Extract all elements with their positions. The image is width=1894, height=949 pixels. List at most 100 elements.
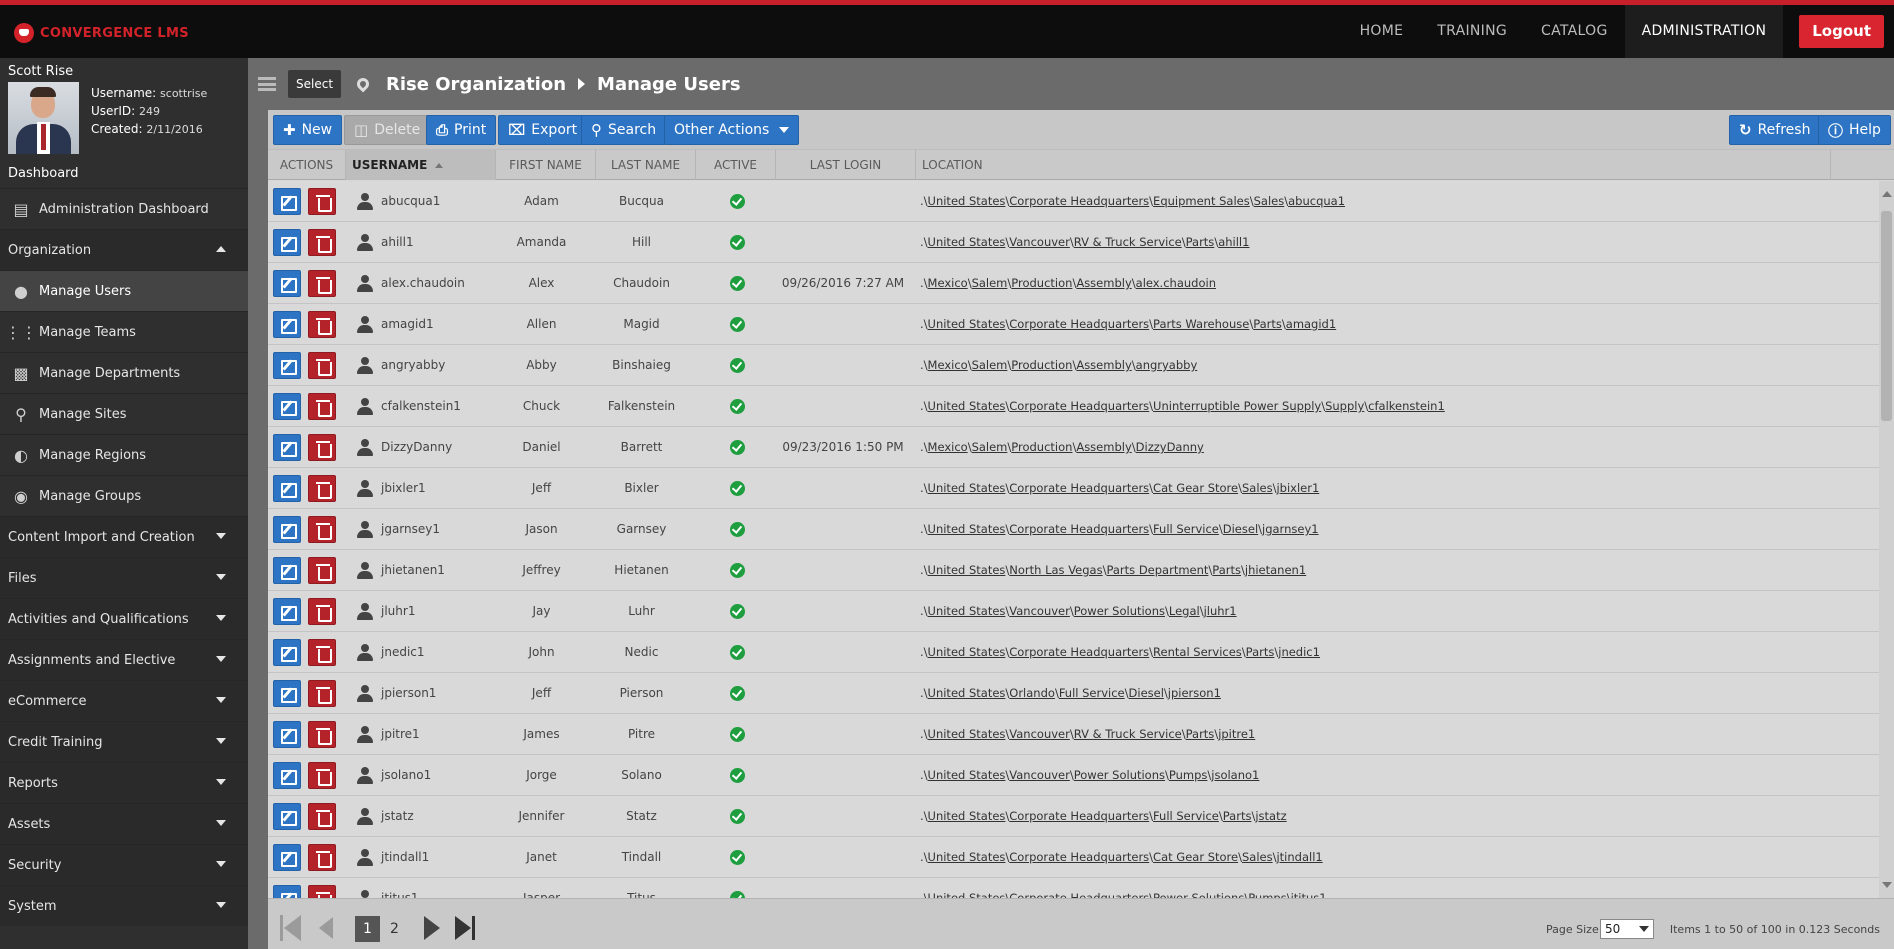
location-link[interactable]: RV & Truck Service [1074,235,1182,249]
edit-icon[interactable] [273,598,301,625]
location-link[interactable]: Pumps [1169,768,1208,782]
location-link[interactable]: Mexico [928,276,968,290]
location-link[interactable]: Parts [1253,317,1282,331]
location-link[interactable]: amagid1 [1286,317,1336,331]
location-link[interactable]: cfalkenstein1 [1368,399,1445,413]
table-row[interactable]: jtitus1 Jasper Titus .\United States\Corpor… [268,878,1879,898]
trash-icon[interactable] [308,434,336,461]
sidebar-section-organization[interactable]: Organization [0,229,248,270]
refresh-button[interactable]: ↻ Refresh [1729,115,1821,145]
location-link[interactable]: United States [928,850,1006,864]
table-row[interactable]: jgarnsey1 Jason Garnsey .\United States\Cor… [268,509,1879,550]
breadcrumb-organization[interactable]: Rise Organization [386,74,566,95]
new-button[interactable]: ✚ New [273,115,343,145]
location-link[interactable]: Sales [1242,850,1273,864]
location-link[interactable]: United States [928,686,1006,700]
sidebar-item-manage-sites[interactable]: ⚲ Manage Sites [0,393,248,434]
location-link[interactable]: United States [928,481,1006,495]
table-row[interactable]: jbixler1 Jeff Bixler .\United States\Corpor… [268,468,1879,509]
location-link[interactable]: abucqua1 [1288,194,1345,208]
location-link[interactable]: Vancouver [1009,604,1070,618]
edit-icon[interactable] [273,557,301,584]
trash-icon[interactable] [308,844,336,871]
table-row[interactable]: jpitre1 James Pitre .\United States\Vancouv… [268,714,1879,755]
trash-icon[interactable] [308,311,336,338]
location-link[interactable]: Vancouver [1009,768,1070,782]
delete-button[interactable]: ◫ Delete [344,115,431,145]
table-row[interactable]: cfalkenstein1 Chuck Falkenstein .\United St… [268,386,1879,427]
sidebar-section-security[interactable]: Security [0,844,248,885]
trash-icon[interactable] [308,885,336,898]
other-actions-dropdown[interactable]: Other Actions [664,115,800,145]
nav-administration[interactable]: ADMINISTRATION [1624,5,1784,58]
location-link[interactable]: jbixler1 [1276,481,1319,495]
location-link[interactable]: United States [928,235,1006,249]
table-row[interactable]: ahill1 Amanda Hill .\United States\Vancouve… [268,222,1879,263]
sidebar-section-system[interactable]: System [0,885,248,926]
trash-icon[interactable] [308,680,336,707]
column-header-active[interactable]: ACTIVE [696,150,776,180]
logout-button[interactable]: Logout [1799,15,1884,48]
location-link[interactable]: jstatz [1255,809,1286,823]
column-header-first-name[interactable]: FIRST NAME [496,150,596,180]
table-row[interactable]: abucqua1 Adam Bucqua .\United States\Corpor… [268,181,1879,222]
nav-training[interactable]: TRAINING [1420,5,1524,58]
location-link[interactable]: Vancouver [1009,727,1070,741]
edit-icon[interactable] [273,393,301,420]
edit-icon[interactable] [273,270,301,297]
location-link[interactable]: Sales [1254,194,1285,208]
location-link[interactable]: Parts [1212,563,1241,577]
location-link[interactable]: United States [928,891,1006,898]
edit-icon[interactable] [273,475,301,502]
nav-catalog[interactable]: CATALOG [1524,5,1625,58]
location-link[interactable]: angryabby [1136,358,1198,372]
location-link[interactable]: Assembly [1076,358,1131,372]
location-link[interactable]: Vancouver [1009,235,1070,249]
edit-icon[interactable] [273,516,301,543]
location-link[interactable]: Corporate Headquarters [1009,522,1149,536]
location-link[interactable]: Corporate Headquarters [1009,891,1149,898]
trash-icon[interactable] [308,803,336,830]
grid-scrollbar[interactable] [1879,181,1894,898]
location-link[interactable]: Production [1011,276,1072,290]
table-row[interactable]: jhietanen1 Jeffrey Hietanen .\United States… [268,550,1879,591]
location-link[interactable]: Cat Gear Store [1153,481,1238,495]
location-link[interactable]: jgarnsey1 [1262,522,1319,536]
last-page-icon[interactable] [455,916,471,940]
edit-icon[interactable] [273,844,301,871]
sidebar-section-activities[interactable]: Activities and Qualifications [0,598,248,639]
avatar[interactable] [8,82,79,154]
edit-icon[interactable] [273,229,301,256]
page-number-1[interactable]: 1 [355,916,380,942]
scroll-down-icon[interactable] [1882,882,1892,888]
table-row[interactable]: alex.chaudoin Alex Chaudoin 09/26/2016 7:27… [268,263,1879,304]
location-link[interactable]: Corporate Headquarters [1009,481,1149,495]
column-header-username[interactable]: USERNAME [346,150,496,180]
export-button[interactable]: ⌧ Export [498,115,588,145]
trash-icon[interactable] [308,721,336,748]
sidebar-section-ecommerce[interactable]: eCommerce [0,680,248,721]
location-link[interactable]: Parts [1186,235,1215,249]
location-link[interactable]: Corporate Headquarters [1009,809,1149,823]
table-row[interactable]: angryabby Abby Binshaieg .\Mexico\Salem\Pro… [268,345,1879,386]
table-row[interactable]: jpierson1 Jeff Pierson .\United States\Orla… [268,673,1879,714]
location-link[interactable]: Full Service [1153,522,1219,536]
scroll-thumb[interactable] [1881,211,1892,421]
print-button[interactable]: ⎙ Print [426,115,497,145]
edit-icon[interactable] [273,680,301,707]
logo[interactable]: CONVERGENCE LMS [14,23,189,43]
sidebar-item-manage-groups[interactable]: ◉ Manage Groups [0,475,248,516]
location-link[interactable]: Salem [972,276,1008,290]
location-link[interactable]: Uninterruptible Power Supply [1153,399,1321,413]
location-link[interactable]: United States [928,727,1006,741]
next-page-icon[interactable] [424,916,440,940]
location-link[interactable]: United States [928,317,1006,331]
table-row[interactable]: jstatz Jennifer Statz .\United States\Corpo… [268,796,1879,837]
location-link[interactable]: Full Service [1059,686,1125,700]
sidebar-section-content-import[interactable]: Content Import and Creation [0,516,248,557]
location-link[interactable]: Corporate Headquarters [1009,194,1149,208]
trash-icon[interactable] [308,516,336,543]
trash-icon[interactable] [308,639,336,666]
search-button[interactable]: ⚲ Search [581,115,667,145]
trash-icon[interactable] [308,475,336,502]
